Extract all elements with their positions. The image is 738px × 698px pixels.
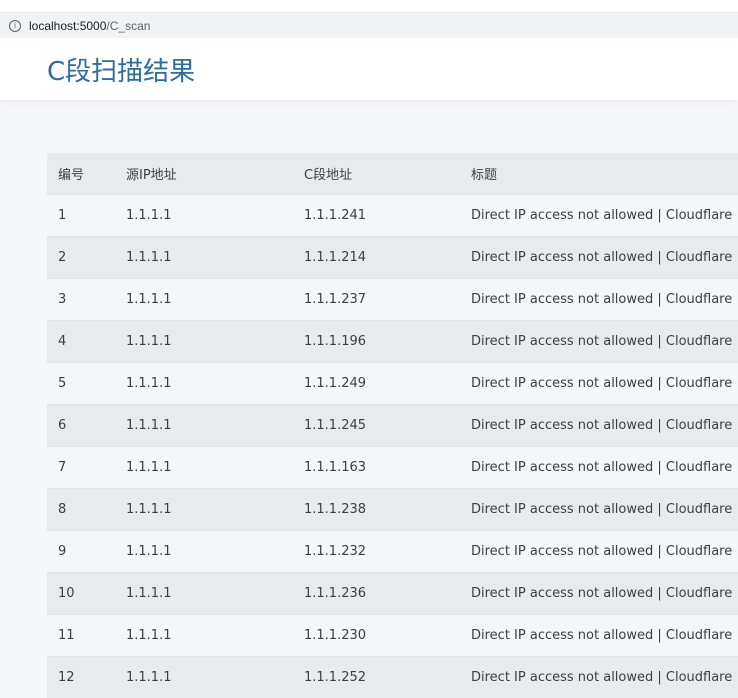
url-path: /C_scan bbox=[106, 19, 150, 33]
cell-source-ip: 1.1.1.1 bbox=[115, 447, 293, 489]
table-row: 81.1.1.11.1.1.238Direct IP access not al… bbox=[47, 489, 738, 531]
table-header-row: 编号 源IP地址 C段地址 标题 bbox=[47, 153, 738, 195]
cell-title: Direct IP access not allowed | Cloudflar… bbox=[460, 237, 738, 279]
table-row: 61.1.1.11.1.1.245Direct IP access not al… bbox=[47, 405, 738, 447]
table-row: 41.1.1.11.1.1.196Direct IP access not al… bbox=[47, 321, 738, 363]
cell-c-segment-ip: 1.1.1.249 bbox=[293, 363, 460, 405]
cell-number: 10 bbox=[47, 573, 115, 615]
browser-address-bar: i localhost:5000/C_scan bbox=[0, 0, 738, 46]
cell-c-segment-ip: 1.1.1.241 bbox=[293, 195, 460, 237]
url-text[interactable]: localhost:5000/C_scan bbox=[29, 19, 150, 33]
cell-title: Direct IP access not allowed | Cloudflar… bbox=[460, 279, 738, 321]
column-header-source-ip: 源IP地址 bbox=[115, 153, 293, 195]
cell-number: 9 bbox=[47, 531, 115, 573]
page-header: C段扫描结果 bbox=[0, 46, 738, 100]
url-field[interactable]: i localhost:5000/C_scan bbox=[0, 12, 738, 38]
cell-title: Direct IP access not allowed | Cloudflar… bbox=[460, 447, 738, 489]
cell-c-segment-ip: 1.1.1.245 bbox=[293, 405, 460, 447]
table-row: 31.1.1.11.1.1.237Direct IP access not al… bbox=[47, 279, 738, 321]
cell-title: Direct IP access not allowed | Cloudflar… bbox=[460, 195, 738, 237]
cell-source-ip: 1.1.1.1 bbox=[115, 657, 293, 698]
cell-title: Direct IP access not allowed | Cloudflar… bbox=[460, 363, 738, 405]
cell-source-ip: 1.1.1.1 bbox=[115, 237, 293, 279]
cell-number: 3 bbox=[47, 279, 115, 321]
cell-source-ip: 1.1.1.1 bbox=[115, 405, 293, 447]
cell-source-ip: 1.1.1.1 bbox=[115, 279, 293, 321]
cell-c-segment-ip: 1.1.1.252 bbox=[293, 657, 460, 698]
cell-title: Direct IP access not allowed | Cloudflar… bbox=[460, 615, 738, 657]
cell-source-ip: 1.1.1.1 bbox=[115, 321, 293, 363]
cell-number: 4 bbox=[47, 321, 115, 363]
table-row: 51.1.1.11.1.1.249Direct IP access not al… bbox=[47, 363, 738, 405]
cell-number: 7 bbox=[47, 447, 115, 489]
cell-number: 2 bbox=[47, 237, 115, 279]
cell-c-segment-ip: 1.1.1.236 bbox=[293, 573, 460, 615]
cell-c-segment-ip: 1.1.1.163 bbox=[293, 447, 460, 489]
cell-number: 5 bbox=[47, 363, 115, 405]
cell-number: 12 bbox=[47, 657, 115, 698]
cell-number: 6 bbox=[47, 405, 115, 447]
results-table: 编号 源IP地址 C段地址 标题 11.1.1.11.1.1.241Direct… bbox=[47, 153, 738, 698]
column-header-c-segment-ip: C段地址 bbox=[293, 153, 460, 195]
cell-number: 11 bbox=[47, 615, 115, 657]
column-header-number: 编号 bbox=[47, 153, 115, 195]
cell-title: Direct IP access not allowed | Cloudflar… bbox=[460, 657, 738, 698]
cell-number: 1 bbox=[47, 195, 115, 237]
table-row: 111.1.1.11.1.1.230Direct IP access not a… bbox=[47, 615, 738, 657]
cell-source-ip: 1.1.1.1 bbox=[115, 573, 293, 615]
info-icon[interactable]: i bbox=[9, 20, 21, 32]
cell-source-ip: 1.1.1.1 bbox=[115, 615, 293, 657]
table-row: 101.1.1.11.1.1.236Direct IP access not a… bbox=[47, 573, 738, 615]
cell-source-ip: 1.1.1.1 bbox=[115, 489, 293, 531]
cell-title: Direct IP access not allowed | Cloudflar… bbox=[460, 489, 738, 531]
cell-c-segment-ip: 1.1.1.196 bbox=[293, 321, 460, 363]
url-host: localhost:5000 bbox=[29, 19, 106, 33]
results-table-container: 编号 源IP地址 C段地址 标题 11.1.1.11.1.1.241Direct… bbox=[47, 153, 738, 698]
table-row: 91.1.1.11.1.1.232Direct IP access not al… bbox=[47, 531, 738, 573]
cell-title: Direct IP access not allowed | Cloudflar… bbox=[460, 531, 738, 573]
table-row: 121.1.1.11.1.1.252Direct IP access not a… bbox=[47, 657, 738, 698]
cell-c-segment-ip: 1.1.1.237 bbox=[293, 279, 460, 321]
cell-source-ip: 1.1.1.1 bbox=[115, 363, 293, 405]
cell-c-segment-ip: 1.1.1.232 bbox=[293, 531, 460, 573]
table-row: 21.1.1.11.1.1.214Direct IP access not al… bbox=[47, 237, 738, 279]
cell-title: Direct IP access not allowed | Cloudflar… bbox=[460, 405, 738, 447]
cell-c-segment-ip: 1.1.1.214 bbox=[293, 237, 460, 279]
cell-source-ip: 1.1.1.1 bbox=[115, 531, 293, 573]
cell-number: 8 bbox=[47, 489, 115, 531]
cell-title: Direct IP access not allowed | Cloudflar… bbox=[460, 321, 738, 363]
table-row: 71.1.1.11.1.1.163Direct IP access not al… bbox=[47, 447, 738, 489]
page-title: C段扫描结果 bbox=[47, 54, 195, 90]
cell-c-segment-ip: 1.1.1.230 bbox=[293, 615, 460, 657]
table-row: 11.1.1.11.1.1.241Direct IP access not al… bbox=[47, 195, 738, 237]
cell-title: Direct IP access not allowed | Cloudflar… bbox=[460, 573, 738, 615]
column-header-title: 标题 bbox=[460, 153, 738, 195]
cell-c-segment-ip: 1.1.1.238 bbox=[293, 489, 460, 531]
cell-source-ip: 1.1.1.1 bbox=[115, 195, 293, 237]
